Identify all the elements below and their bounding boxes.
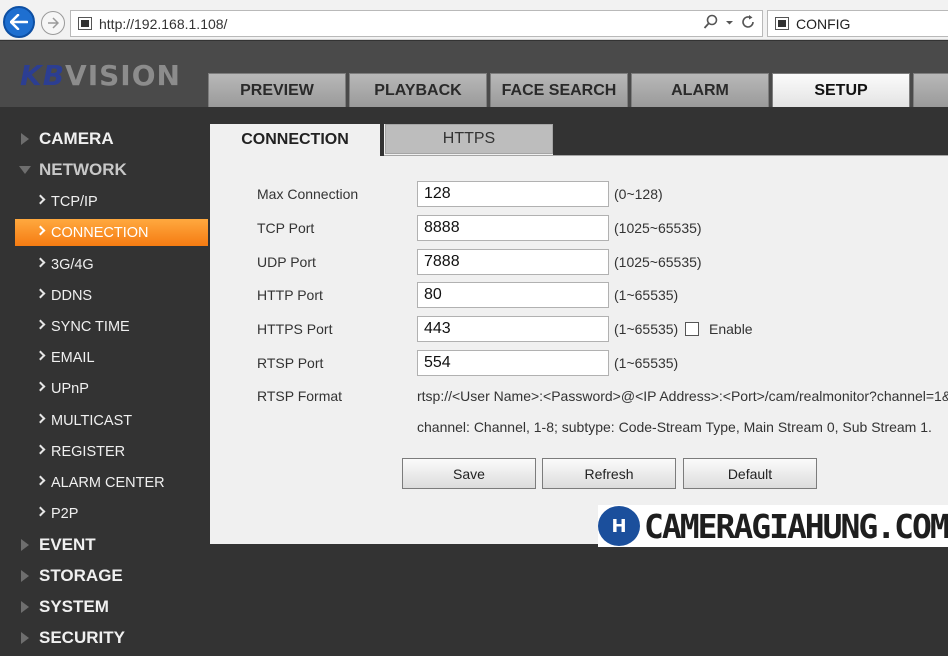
- sidebar-item-3g4g[interactable]: 3G/4G: [15, 251, 208, 278]
- sidebar-item-security[interactable]: SECURITY: [0, 625, 208, 651]
- max-connection-input[interactable]: [417, 181, 609, 207]
- http-port-input[interactable]: [417, 282, 609, 308]
- https-port-range: (1~65535): [614, 321, 679, 337]
- sidebar-item-ddns[interactable]: DDNS: [15, 282, 208, 309]
- refresh-icon[interactable]: [740, 14, 756, 30]
- tab-overflow[interactable]: [913, 73, 948, 107]
- tcp-port-input[interactable]: [417, 215, 609, 241]
- chevron-right-icon: [35, 194, 46, 205]
- tab-playback[interactable]: PLAYBACK: [349, 73, 487, 107]
- triangle-right-icon: [21, 601, 29, 613]
- https-enable-label: Enable: [709, 321, 753, 337]
- sidebar-item-connection[interactable]: CONNECTION: [15, 219, 208, 246]
- chevron-right-icon: [35, 225, 46, 236]
- max-connection-range: (0~128): [614, 186, 663, 202]
- tab-title: CONFIG: [796, 16, 851, 32]
- main-tabs: PREVIEW PLAYBACK FACE SEARCH ALARM SETUP: [208, 73, 948, 107]
- rtsp-format-note: channel: Channel, 1-8; subtype: Code-Str…: [417, 419, 932, 435]
- dropdown-arrow-icon[interactable]: [725, 18, 734, 27]
- address-text[interactable]: http://192.168.1.108/: [99, 16, 227, 32]
- triangle-right-icon: [21, 632, 29, 644]
- sub-tabs: CONNECTION HTTPS: [210, 124, 553, 156]
- triangle-right-icon: [21, 133, 29, 145]
- tabs-strip-background: [553, 124, 948, 156]
- kbvision-logo: KBVISION: [20, 59, 181, 92]
- chevron-right-icon: [35, 257, 46, 268]
- triangle-down-icon: [19, 166, 31, 174]
- subtab-https[interactable]: HTTPS: [385, 124, 553, 154]
- back-button[interactable]: [3, 6, 35, 38]
- rtsp-port-input[interactable]: [417, 350, 609, 376]
- udp-port-range: (1025~65535): [614, 254, 702, 270]
- tcp-port-label: TCP Port: [257, 220, 315, 236]
- triangle-right-icon: [21, 570, 29, 582]
- arrow-right-icon: [48, 17, 59, 29]
- triangle-right-icon: [21, 539, 29, 551]
- udp-port-input[interactable]: [417, 249, 609, 275]
- tab-face-search[interactable]: FACE SEARCH: [490, 73, 628, 107]
- tab-setup[interactable]: SETUP: [772, 73, 910, 107]
- sidebar-item-tcpip[interactable]: TCP/IP: [15, 188, 208, 215]
- page-icon: [78, 17, 92, 30]
- save-button[interactable]: Save: [402, 458, 536, 489]
- chevron-right-icon: [35, 506, 46, 517]
- sidebar-item-camera[interactable]: CAMERA: [0, 126, 208, 152]
- sidebar-item-p2p[interactable]: P2P: [15, 500, 208, 527]
- chevron-right-icon: [35, 475, 46, 486]
- sidebar-item-sync-time[interactable]: SYNC TIME: [15, 313, 208, 340]
- tcp-port-range: (1025~65535): [614, 220, 702, 236]
- tab-preview[interactable]: PREVIEW: [208, 73, 346, 107]
- browser-toolbar: http://192.168.1.108/ CONFIG: [0, 0, 948, 40]
- https-port-input[interactable]: [417, 316, 609, 342]
- rtsp-format-label: RTSP Format: [257, 388, 343, 404]
- rtsp-port-range: (1~65535): [614, 355, 679, 371]
- chevron-right-icon: [35, 288, 46, 299]
- sidebar-item-multicast[interactable]: MULTICAST: [15, 407, 208, 434]
- chevron-right-icon: [35, 444, 46, 455]
- address-bar[interactable]: http://192.168.1.108/: [70, 10, 763, 37]
- http-port-range: (1~65535): [614, 287, 679, 303]
- browser-tab[interactable]: CONFIG: [767, 10, 948, 37]
- watermark-logo-icon: H: [598, 506, 640, 546]
- sidebar-item-register[interactable]: REGISTER: [15, 438, 208, 465]
- max-connection-label: Max Connection: [257, 186, 359, 202]
- https-enable-checkbox[interactable]: [685, 322, 699, 336]
- refresh-button[interactable]: Refresh: [542, 458, 676, 489]
- watermark: H CAMERAGIAHUNG.COM: [598, 505, 948, 547]
- tab-underline: [384, 155, 948, 156]
- sidebar-item-email[interactable]: EMAIL: [15, 344, 208, 371]
- subtab-connection[interactable]: CONNECTION: [210, 124, 380, 156]
- sidebar-item-alarm-center[interactable]: ALARM CENTER: [15, 469, 208, 496]
- sidebar-item-system[interactable]: SYSTEM: [0, 594, 208, 620]
- rtsp-port-label: RTSP Port: [257, 355, 324, 371]
- forward-button[interactable]: [41, 11, 65, 35]
- chevron-right-icon: [35, 350, 46, 361]
- sidebar-item-network[interactable]: NETWORK: [0, 157, 208, 183]
- sidebar-item-storage[interactable]: STORAGE: [0, 563, 208, 589]
- tab-alarm[interactable]: ALARM: [631, 73, 769, 107]
- watermark-text: CAMERAGIAHUNG.COM: [644, 507, 948, 546]
- https-port-label: HTTPS Port: [257, 321, 333, 337]
- tab-page-icon: [775, 17, 789, 30]
- arrow-left-icon: [10, 14, 28, 30]
- search-icon[interactable]: [703, 14, 719, 30]
- default-button[interactable]: Default: [683, 458, 817, 489]
- chevron-right-icon: [35, 319, 46, 330]
- udp-port-label: UDP Port: [257, 254, 316, 270]
- http-port-label: HTTP Port: [257, 287, 323, 303]
- rtsp-format-url: rtsp://<User Name>:<Password>@<IP Addres…: [417, 388, 948, 404]
- sidebar-item-event[interactable]: EVENT: [0, 532, 208, 558]
- app-header: KBVISION PREVIEW PLAYBACK FACE SEARCH AL…: [0, 41, 948, 107]
- sidebar: CAMERA NETWORK TCP/IP CONNECTION 3G/4G D…: [0, 107, 208, 656]
- sidebar-item-upnp[interactable]: UPnP: [15, 375, 208, 402]
- chevron-right-icon: [35, 413, 46, 424]
- chevron-right-icon: [35, 381, 46, 392]
